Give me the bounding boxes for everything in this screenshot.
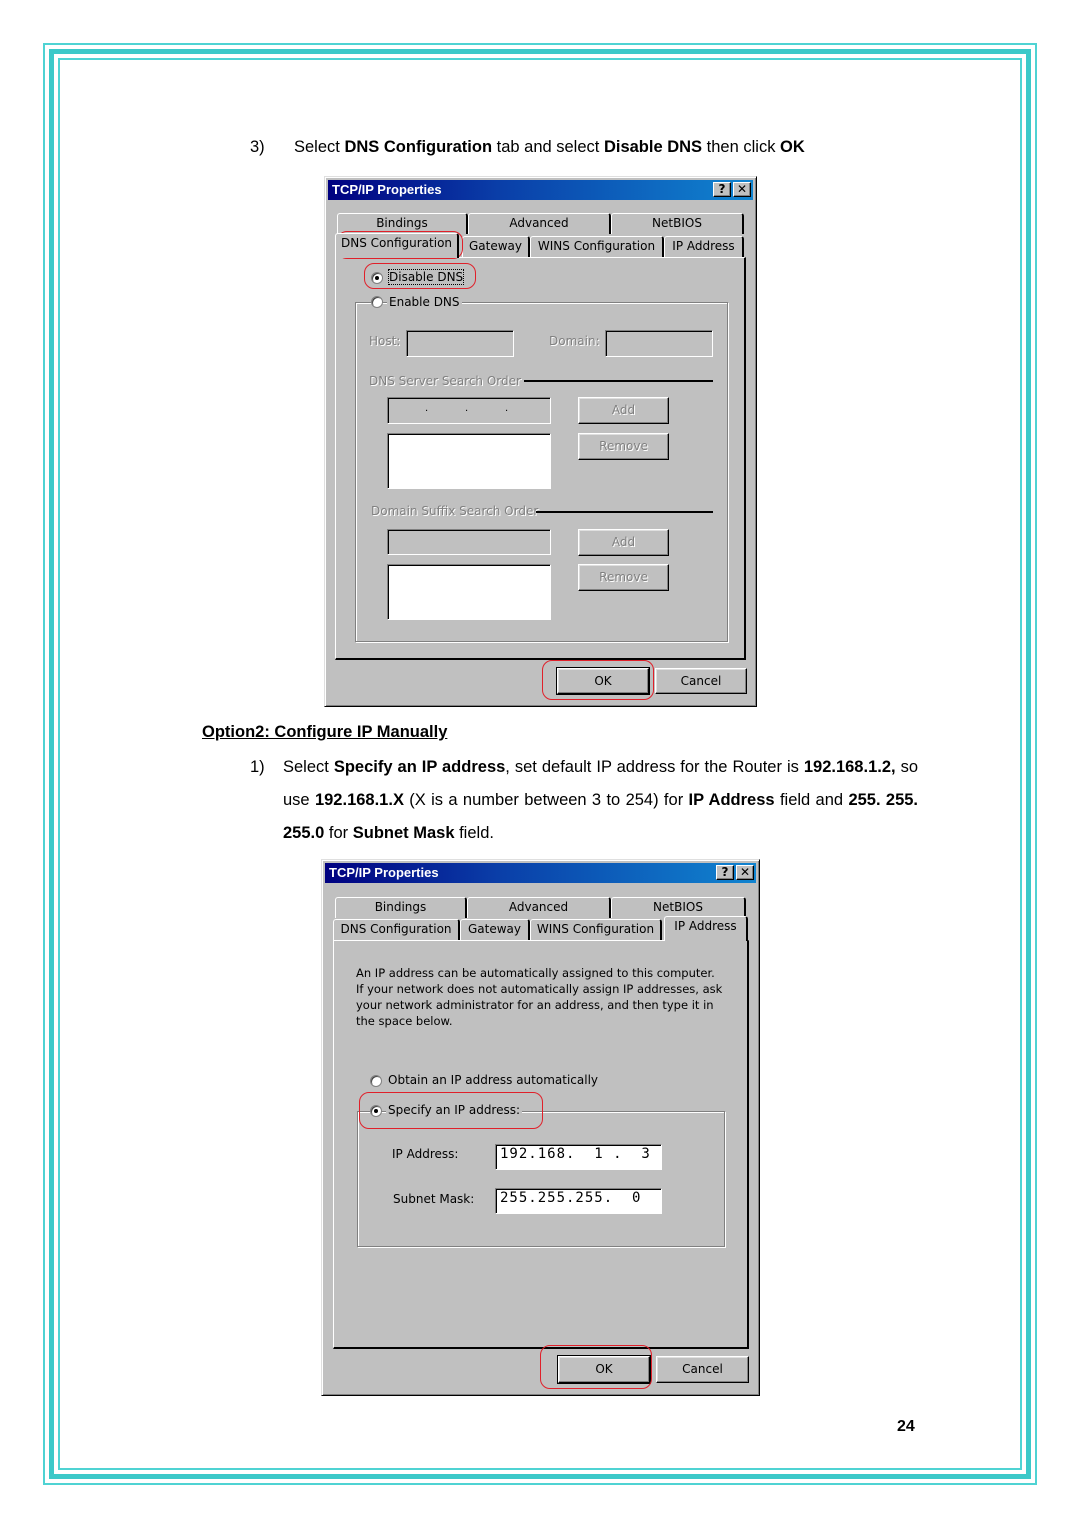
- close-icon[interactable]: ✕: [736, 865, 754, 880]
- tab-ip-address[interactable]: IP Address: [664, 236, 744, 257]
- text-run: then click: [702, 138, 781, 156]
- text-run: field.: [454, 824, 494, 842]
- tab-dns-configuration[interactable]: DNS Configuration: [333, 919, 460, 940]
- ip-octet-separator: .: [505, 403, 509, 414]
- separator-line: [536, 511, 713, 513]
- page-number: 24: [897, 1418, 915, 1435]
- ip-description: An IP address can be automatically assig…: [356, 965, 722, 1029]
- tab-netbios[interactable]: NetBIOS: [611, 213, 744, 234]
- tab-row-back: Bindings Advanced NetBIOS: [337, 213, 747, 234]
- tcpip-properties-dialog-dns: TCP/IP Properties ? ✕ Bindings Advanced …: [324, 176, 757, 707]
- text-run: Select: [283, 758, 334, 776]
- tab-netbios[interactable]: NetBIOS: [611, 897, 746, 918]
- disable-dns-radio[interactable]: [371, 272, 383, 284]
- obtain-ip-auto-radio[interactable]: [370, 1075, 382, 1087]
- specify-ip-group: [357, 1111, 725, 1247]
- tab-gateway[interactable]: Gateway: [460, 919, 530, 940]
- subnet-mask-value: 255.255.255. 0: [500, 1190, 642, 1206]
- tab-dns-configuration[interactable]: DNS Configuration: [335, 233, 459, 258]
- tab-row-front: DNS Configuration Gateway WINS Configura…: [335, 233, 747, 258]
- tcpip-properties-dialog-ip: TCP/IP Properties ? ✕ Bindings Advanced …: [321, 859, 760, 1396]
- separator-line: [524, 380, 713, 382]
- text-run: field and: [774, 791, 849, 809]
- tab-advanced[interactable]: Advanced: [468, 213, 611, 234]
- text-run-bold: Specify an IP address: [333, 758, 506, 776]
- host-label: Host:: [369, 334, 401, 348]
- text-run-bold: IP Address: [688, 791, 775, 809]
- step3-text: Select DNS Configuration tab and select …: [294, 131, 805, 164]
- text-run: for: [324, 824, 353, 842]
- text-run: Select: [294, 138, 345, 156]
- tab-row-back: Bindings Advanced NetBIOS: [335, 897, 747, 918]
- step-number: 1): [250, 758, 265, 776]
- subnet-mask-label: Subnet Mask:: [393, 1192, 475, 1206]
- text-run-bold: 192.168.1.2,: [803, 758, 896, 776]
- ok-button[interactable]: OK: [556, 667, 650, 695]
- tab-bindings[interactable]: Bindings: [337, 213, 468, 234]
- dns-server-order-label: DNS Server Search Order: [369, 374, 521, 388]
- ip-address-label: IP Address:: [392, 1147, 459, 1161]
- cancel-button[interactable]: Cancel: [656, 1356, 749, 1383]
- subnet-mask-input[interactable]: 255.255.255. 0: [495, 1188, 662, 1214]
- ip-octet-separator: .: [425, 403, 429, 414]
- dns-remove-button[interactable]: Remove: [578, 433, 669, 460]
- ip-address-input[interactable]: 192.168. 1 . 3: [495, 1144, 662, 1170]
- step1-text: Select Specify an IP address, set defaul…: [283, 751, 918, 850]
- description-line: your network administrator for an addres…: [356, 998, 714, 1012]
- tab-bindings[interactable]: Bindings: [335, 897, 467, 918]
- text-run: tab and select: [492, 138, 604, 156]
- text-run-bold: Disable DNS: [603, 138, 703, 156]
- suffix-remove-button[interactable]: Remove: [578, 564, 669, 591]
- tab-wins-configuration[interactable]: WINS Configuration: [530, 919, 662, 940]
- domain-suffix-order-label: Domain Suffix Search Order: [371, 504, 539, 518]
- ip-address-value: 192.168. 1 . 3: [500, 1146, 651, 1162]
- ok-button[interactable]: OK: [557, 1355, 651, 1384]
- dns-server-list[interactable]: [387, 433, 551, 489]
- host-input[interactable]: [406, 330, 514, 357]
- domain-suffix-input[interactable]: [387, 529, 551, 555]
- dialog-title: TCP/IP Properties: [332, 182, 442, 197]
- enable-dns-radio[interactable]: [371, 296, 383, 308]
- tab-ip-address[interactable]: IP Address: [664, 916, 748, 941]
- disable-dns-label[interactable]: Disable DNS: [387, 269, 465, 285]
- section-heading: Option2: Configure IP Manually: [202, 723, 448, 741]
- description-line: the space below.: [356, 1014, 453, 1028]
- tab-panel-ip-address: An IP address can be automatically assig…: [333, 940, 749, 1349]
- domain-suffix-list[interactable]: [387, 564, 551, 620]
- cancel-button[interactable]: Cancel: [655, 668, 747, 694]
- specify-ip-radio[interactable]: [370, 1105, 382, 1117]
- text-run-bold: 192.168.1.X: [314, 791, 404, 809]
- dns-server-ip-input[interactable]: . . .: [387, 397, 551, 424]
- text-run-bold: DNS Configuration: [344, 138, 493, 156]
- suffix-add-button[interactable]: Add: [578, 529, 669, 556]
- tab-gateway[interactable]: Gateway: [462, 236, 530, 257]
- description-line: If your network does not automatically a…: [356, 982, 723, 996]
- ip-octet-separator: .: [465, 403, 469, 414]
- dns-add-button[interactable]: Add: [578, 397, 669, 424]
- step-number: 3): [250, 138, 265, 156]
- help-icon[interactable]: ?: [716, 865, 734, 880]
- text-run-bold: OK: [780, 138, 805, 156]
- obtain-ip-auto-label[interactable]: Obtain an IP address automatically: [388, 1073, 598, 1087]
- text-run: (X is a number between 3 to 254) for: [403, 791, 689, 809]
- description-line: An IP address can be automatically assig…: [356, 966, 715, 980]
- tab-row-front: DNS Configuration Gateway WINS Configura…: [333, 916, 748, 941]
- tab-advanced[interactable]: Advanced: [467, 897, 611, 918]
- title-bar: TCP/IP Properties ? ✕: [328, 180, 753, 200]
- title-bar: TCP/IP Properties ? ✕: [325, 863, 756, 883]
- enable-dns-label[interactable]: Enable DNS: [387, 295, 462, 309]
- domain-input[interactable]: [605, 330, 713, 357]
- help-icon[interactable]: ?: [713, 182, 731, 197]
- dialog-title: TCP/IP Properties: [329, 865, 439, 880]
- tab-wins-configuration[interactable]: WINS Configuration: [530, 236, 664, 257]
- specify-ip-label[interactable]: Specify an IP address:: [386, 1103, 523, 1117]
- close-icon[interactable]: ✕: [733, 182, 751, 197]
- text-run: , set default IP address for the Router …: [505, 758, 804, 776]
- text-run-bold: Subnet Mask: [352, 824, 455, 842]
- tab-panel-dns: Disable DNS Enable DNS Host: Domain: DNS…: [335, 257, 746, 660]
- domain-label: Domain:: [549, 334, 600, 348]
